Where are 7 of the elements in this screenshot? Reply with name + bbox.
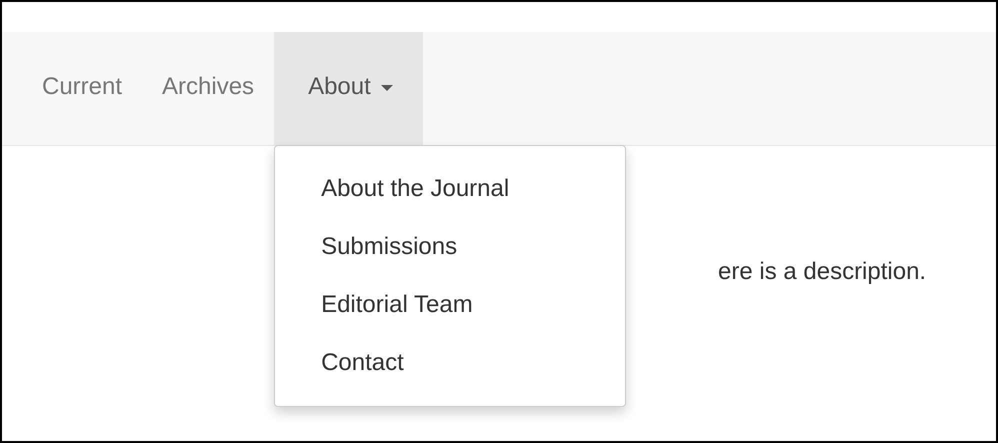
- menu-item[interactable]: Contact: [275, 334, 626, 392]
- description-text: ere is a description.: [718, 258, 926, 285]
- nav-tab[interactable]: Archives: [142, 32, 274, 145]
- menu-item[interactable]: Editorial Team: [275, 276, 626, 334]
- menu-item[interactable]: Submissions: [275, 218, 626, 276]
- nav-tab[interactable]: Current: [22, 32, 142, 145]
- menu-item[interactable]: About the Journal: [275, 160, 626, 218]
